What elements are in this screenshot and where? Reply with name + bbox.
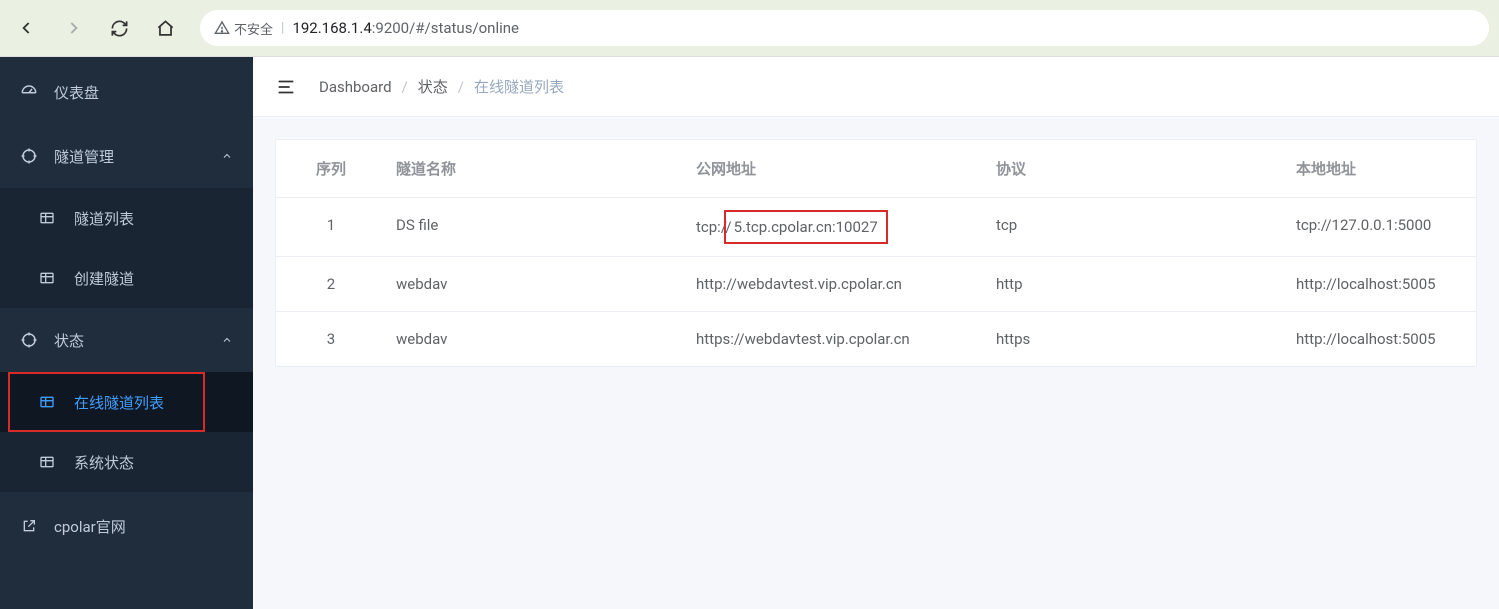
main-content: Dashboard / 状态 / 在线隧道列表 序列 隧道名称 公网地址 协议 …: [253, 57, 1499, 609]
sidebar-item-label: 系统状态: [74, 452, 134, 473]
sidebar-item-tunnel-create[interactable]: 创建隧道: [0, 248, 253, 308]
td-pub: http://webdavtest.vip.cpolar.cn: [686, 257, 986, 311]
reload-button[interactable]: [102, 11, 136, 45]
home-button[interactable]: [148, 11, 182, 45]
td-name: DS file: [386, 198, 686, 256]
sidebar-item-label: 隧道管理: [54, 146, 114, 167]
th-name: 隧道名称: [386, 140, 686, 197]
sidebar-item-tunnel-list[interactable]: 隧道列表: [0, 188, 253, 248]
td-proto: tcp: [986, 198, 1286, 256]
td-name: webdav: [386, 312, 686, 366]
sidebar-item-dashboard[interactable]: 仪表盘: [0, 60, 253, 124]
th-local: 本地地址: [1286, 140, 1476, 197]
table-icon: [38, 394, 56, 410]
table-header: 序列 隧道名称 公网地址 协议 本地地址: [276, 140, 1476, 198]
sidebar-item-label: 隧道列表: [74, 208, 134, 229]
sidebar-item-label: 仪表盘: [54, 82, 99, 103]
td-local: tcp://127.0.0.1:5000: [1286, 198, 1476, 256]
target-icon: [20, 147, 38, 165]
sidebar-item-official-site[interactable]: cpolar官网: [0, 492, 253, 560]
external-link-icon: [20, 518, 38, 534]
sidebar-item-label: cpolar官网: [54, 516, 126, 537]
sidebar: 仪表盘 隧道管理 隧道列表 创建隧道: [0, 57, 253, 609]
security-label: 不安全: [234, 19, 273, 38]
sidebar-item-label: 在线隧道列表: [74, 392, 164, 413]
sidebar-item-label: 状态: [54, 330, 84, 351]
chevron-up-icon: [221, 334, 233, 346]
url-text: 192.168.1.4:9200/#/status/online: [292, 19, 519, 37]
sidebar-item-status[interactable]: 状态: [0, 308, 253, 372]
table-icon: [38, 454, 56, 470]
table-row: 2 webdav http://webdavtest.vip.cpolar.cn…: [276, 257, 1476, 312]
td-pub: https://webdavtest.vip.cpolar.cn: [686, 312, 986, 366]
table-row: 3 webdav https://webdavtest.vip.cpolar.c…: [276, 312, 1476, 366]
th-proto: 协议: [986, 140, 1286, 197]
td-seq: 1: [276, 198, 386, 256]
td-local: http://localhost:5005: [1286, 257, 1476, 311]
breadcrumb-item[interactable]: 状态: [418, 76, 448, 97]
td-seq: 2: [276, 257, 386, 311]
highlight-box: 5.tcp.cpolar.cn:10027: [724, 210, 888, 244]
breadcrumb-sep: /: [458, 78, 464, 96]
forward-button[interactable]: [56, 11, 90, 45]
th-pub: 公网地址: [686, 140, 986, 197]
address-bar[interactable]: 不安全 | 192.168.1.4:9200/#/status/online: [200, 10, 1489, 46]
td-pub: tcp://5.tcp.cpolar.cn:10027: [686, 198, 986, 256]
table-icon: [38, 270, 56, 286]
target-icon: [20, 331, 38, 349]
td-local: http://localhost:5005: [1286, 312, 1476, 366]
breadcrumb-sep: /: [402, 78, 408, 96]
td-proto: http: [986, 257, 1286, 311]
topbar: Dashboard / 状态 / 在线隧道列表: [253, 57, 1499, 117]
app-shell: 仪表盘 隧道管理 隧道列表 创建隧道: [0, 57, 1499, 609]
td-name: webdav: [386, 257, 686, 311]
sidebar-item-label: 创建隧道: [74, 268, 134, 289]
chevron-up-icon: [221, 150, 233, 162]
content: 序列 隧道名称 公网地址 协议 本地地址 1 DS file tcp://5.t…: [253, 117, 1499, 389]
back-button[interactable]: [10, 11, 44, 45]
table-icon: [38, 210, 56, 226]
breadcrumb-item-current: 在线隧道列表: [474, 76, 564, 97]
td-seq: 3: [276, 312, 386, 366]
td-proto: https: [986, 312, 1286, 366]
sidebar-item-sys-status[interactable]: 系统状态: [0, 432, 253, 492]
td-pub-highlighted: 5.tcp.cpolar.cn:10027: [734, 218, 878, 236]
breadcrumb: Dashboard / 状态 / 在线隧道列表: [319, 76, 564, 97]
sidebar-item-tunnel-mgmt[interactable]: 隧道管理: [0, 124, 253, 188]
gauge-icon: [20, 83, 38, 101]
hamburger-icon[interactable]: [275, 76, 297, 98]
breadcrumb-item[interactable]: Dashboard: [319, 78, 392, 96]
browser-chrome: 不安全 | 192.168.1.4:9200/#/status/online: [0, 0, 1499, 57]
security-warning: 不安全: [214, 19, 273, 38]
th-seq: 序列: [276, 140, 386, 197]
table-row: 1 DS file tcp://5.tcp.cpolar.cn:10027 tc…: [276, 198, 1476, 257]
tunnel-table: 序列 隧道名称 公网地址 协议 本地地址 1 DS file tcp://5.t…: [275, 139, 1477, 367]
sidebar-item-online-list[interactable]: 在线隧道列表: [0, 372, 253, 432]
